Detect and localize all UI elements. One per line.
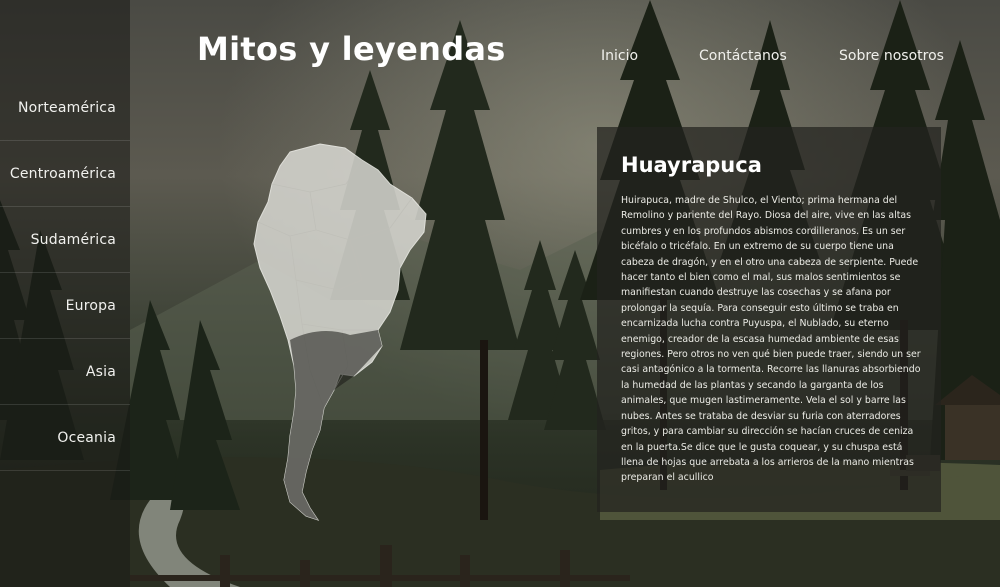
sidebar-item-label: Centroamérica: [9, 165, 116, 182]
sidebar-item-oceania[interactable]: Oceania: [0, 405, 130, 471]
sidebar-item-centroamerica[interactable]: Centroamérica: [0, 141, 130, 207]
sidebar-item-europa[interactable]: Europa: [0, 273, 130, 339]
sidebar-item-norteamerica[interactable]: Norteamérica: [0, 75, 130, 141]
sidebar-item-sudamerica[interactable]: Sudamérica: [0, 207, 130, 273]
sidebar-item-label: Oceania: [57, 429, 116, 446]
south-america-map[interactable]: [250, 140, 430, 530]
nav-link-inicio[interactable]: Inicio: [601, 48, 638, 64]
sidebar-item-label: Asia: [85, 363, 116, 380]
sidebar-item-asia[interactable]: Asia: [0, 339, 130, 405]
article-body: Huirapuca, madre de Shulco, el Viento; p…: [621, 195, 921, 484]
sidebar-item-label: Sudamérica: [30, 231, 116, 248]
region-sidebar: Norteamérica Centroamérica Sudamérica Eu…: [0, 0, 130, 587]
article-title: Huayrapuca: [621, 153, 762, 177]
site-title[interactable]: Mitos y leyendas: [197, 30, 506, 68]
article-panel: Huayrapuca Huirapuca, madre de Shulco, e…: [597, 127, 941, 512]
sidebar-item-label: Norteamérica: [17, 99, 116, 116]
nav-link-sobre-nosotros[interactable]: Sobre nosotros: [839, 48, 944, 64]
nav-link-contactanos[interactable]: Contáctanos: [699, 48, 787, 64]
south-america-map-icon: [253, 143, 427, 521]
sidebar-item-label: Europa: [65, 297, 116, 314]
